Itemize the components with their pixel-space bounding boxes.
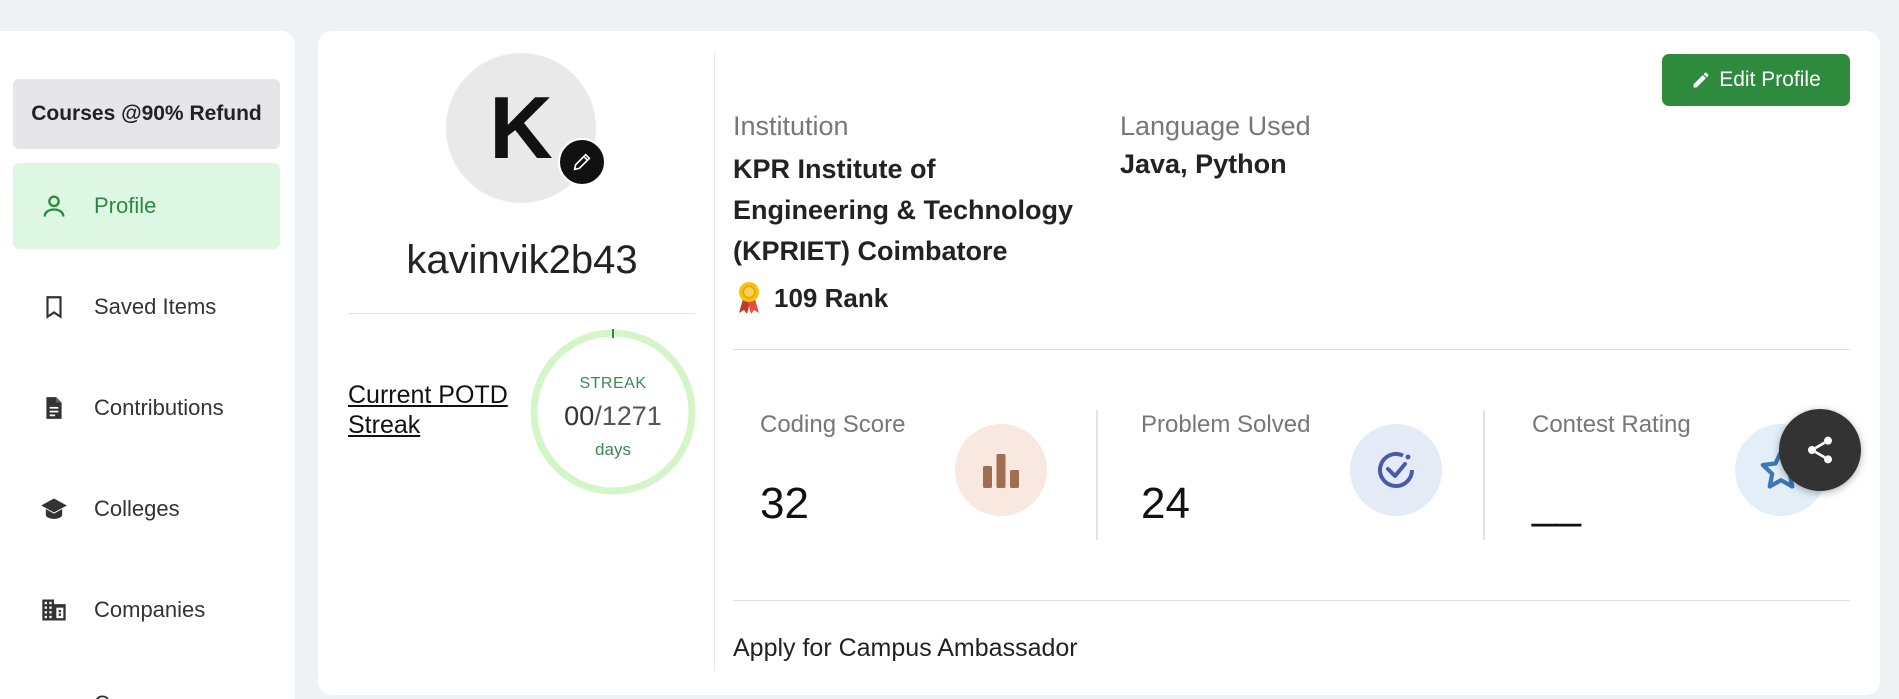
check-circle-icon xyxy=(1350,424,1442,516)
campus-ambassador-link[interactable]: Apply for Campus Ambassador xyxy=(733,634,1078,663)
vertical-divider xyxy=(714,53,715,671)
sidebar-item-label: Contributions xyxy=(94,395,224,420)
divider xyxy=(348,313,695,314)
contest-rating-label: Contest Rating xyxy=(1532,411,1691,438)
streak-max: 1271 xyxy=(601,401,662,431)
sidebar-item-saved-items[interactable]: Saved Items xyxy=(13,264,280,350)
stat-divider xyxy=(1483,410,1485,540)
streak-separator: / xyxy=(594,401,602,431)
graduation-cap-icon xyxy=(39,494,69,524)
pencil-icon xyxy=(571,151,593,173)
contest-rating-value: __ xyxy=(1532,479,1581,528)
problem-solved-value: 24 xyxy=(1141,479,1190,528)
divider xyxy=(733,349,1850,350)
streak-label: STREAK xyxy=(579,375,647,392)
building-icon xyxy=(39,595,69,625)
document-icon xyxy=(39,393,69,423)
sidebar-item-contributions[interactable]: Contributions xyxy=(13,365,280,451)
courses-refund-banner[interactable]: Courses @90% Refund xyxy=(13,79,280,149)
sidebar-item-campus[interactable]: Campus xyxy=(13,683,280,699)
sidebar-item-label: Companies xyxy=(94,597,206,622)
sidebar-item-profile[interactable]: Profile xyxy=(13,163,280,249)
username: kavinvik2b43 xyxy=(406,238,638,282)
problem-solved-label: Problem Solved xyxy=(1141,411,1311,438)
coding-score-label: Coding Score xyxy=(760,411,906,438)
person-icon xyxy=(39,191,69,221)
sidebar-item-companies[interactable]: Companies xyxy=(13,567,280,653)
potd-streak-link[interactable]: Current POTD Streak xyxy=(348,380,518,440)
divider xyxy=(733,600,1850,601)
edit-avatar-button[interactable] xyxy=(558,138,606,186)
sidebar-item-label: Saved Items xyxy=(94,294,217,319)
bar-chart-icon xyxy=(955,424,1047,516)
share-icon xyxy=(1804,434,1836,466)
streak-value: 00/1271 xyxy=(529,401,697,432)
language-label: Language Used xyxy=(1120,111,1311,141)
sidebar-item-colleges[interactable]: Colleges xyxy=(13,466,280,552)
edit-profile-label: Edit Profile xyxy=(1719,68,1821,91)
sidebar-item-label: Campus xyxy=(94,691,176,699)
language-value: Java, Python xyxy=(1120,149,1287,179)
streak-unit: days xyxy=(595,440,631,459)
coding-score-value: 32 xyxy=(760,479,809,528)
medal-icon xyxy=(736,281,762,315)
bookmark-icon xyxy=(39,292,69,322)
sidebar-item-label: Colleges xyxy=(94,496,180,521)
institution-value: KPR Institute of Engineering & Technolog… xyxy=(733,154,1074,266)
sidebar: Courses @90% Refund Profile Saved Items … xyxy=(0,31,295,699)
share-button[interactable] xyxy=(1779,409,1861,491)
edit-profile-button[interactable]: Edit Profile xyxy=(1662,54,1850,106)
rank-badge: 109 Rank xyxy=(736,281,888,315)
rank-value: 109 Rank xyxy=(774,282,889,313)
streak-current: 00 xyxy=(564,401,595,431)
stat-divider xyxy=(1096,410,1098,540)
institution-label: Institution xyxy=(733,111,849,141)
pencil-icon xyxy=(1691,70,1711,90)
sidebar-item-label: Profile xyxy=(94,193,157,218)
